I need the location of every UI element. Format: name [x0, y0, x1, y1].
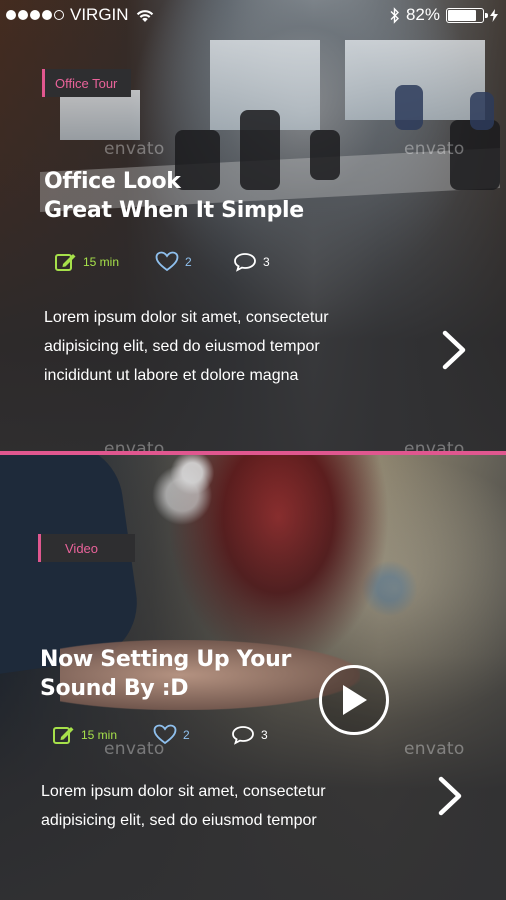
article-card-office-tour[interactable]: Office Tour Office Look Great When It Si… — [0, 0, 506, 452]
bluetooth-icon — [390, 6, 399, 24]
category-tag[interactable]: Video — [38, 534, 135, 562]
excerpt-line: adipisicing elit, sed do eiusmod tempor — [41, 812, 317, 829]
comment-icon[interactable] — [233, 252, 257, 272]
watermark: envato — [104, 739, 165, 759]
status-bar: VIRGIN 82% — [0, 0, 506, 30]
chevron-right-icon[interactable] — [440, 329, 470, 371]
status-right: 82% — [389, 5, 498, 25]
watermark: envato — [404, 139, 465, 159]
article-card-video[interactable]: Video Now Setting Up Your Sound By :D 15… — [0, 455, 506, 900]
excerpt-line: adipisicing elit, sed do eiusmod tempor — [44, 338, 320, 355]
category-tag[interactable]: Office Tour — [42, 69, 132, 97]
signal-strength-icon — [6, 10, 64, 20]
article-excerpt: Lorem ipsum dolor sit amet, consectetur … — [44, 303, 424, 390]
card-divider — [0, 451, 506, 455]
article-excerpt: Lorem ipsum dolor sit amet, consectetur … — [41, 777, 421, 835]
title-line: Great When It Simple — [44, 198, 304, 223]
comment-count-label: 3 — [263, 254, 270, 269]
battery-percent: 82% — [405, 5, 440, 24]
like-count[interactable]: 2 — [153, 724, 231, 745]
article-title[interactable]: Now Setting Up Your Sound By :D — [40, 645, 340, 703]
heart-icon[interactable] — [155, 251, 179, 272]
chevron-right-icon[interactable] — [436, 775, 466, 817]
play-button[interactable] — [319, 665, 389, 735]
excerpt-line: incididunt ut labore et dolore magna — [44, 367, 299, 384]
status-left: VIRGIN — [6, 5, 155, 25]
excerpt-line: Lorem ipsum dolor sit amet, consectetur — [44, 309, 329, 326]
title-line: Office Look — [44, 169, 181, 194]
comment-count[interactable]: 3 — [233, 252, 270, 272]
edit-icon — [53, 726, 74, 744]
read-time-label: 15 min — [83, 254, 120, 269]
article-title[interactable]: Office Look Great When It Simple — [44, 167, 424, 225]
comment-count[interactable]: 3 — [231, 725, 268, 745]
wifi-icon — [136, 9, 153, 22]
read-time: 15 min — [55, 252, 155, 272]
title-line: Sound By :D — [40, 676, 189, 701]
comment-icon[interactable] — [231, 725, 255, 745]
title-line: Now Setting Up Your — [40, 647, 292, 672]
charging-bolt-icon — [490, 8, 498, 22]
like-count-label: 2 — [183, 727, 190, 742]
like-count[interactable]: 2 — [155, 251, 233, 272]
battery-icon — [446, 7, 488, 23]
edit-icon — [55, 253, 76, 271]
watermark: envato — [404, 739, 465, 759]
battery-level — [448, 9, 476, 21]
comment-count-label: 3 — [261, 727, 268, 742]
article-meta: 15 min 2 3 — [55, 251, 270, 272]
play-icon[interactable] — [339, 683, 369, 717]
like-count-label: 2 — [185, 254, 192, 269]
excerpt-line: Lorem ipsum dolor sit amet, consectetur — [41, 783, 326, 800]
carrier-name: VIRGIN — [70, 5, 129, 24]
watermark: envato — [104, 139, 165, 159]
